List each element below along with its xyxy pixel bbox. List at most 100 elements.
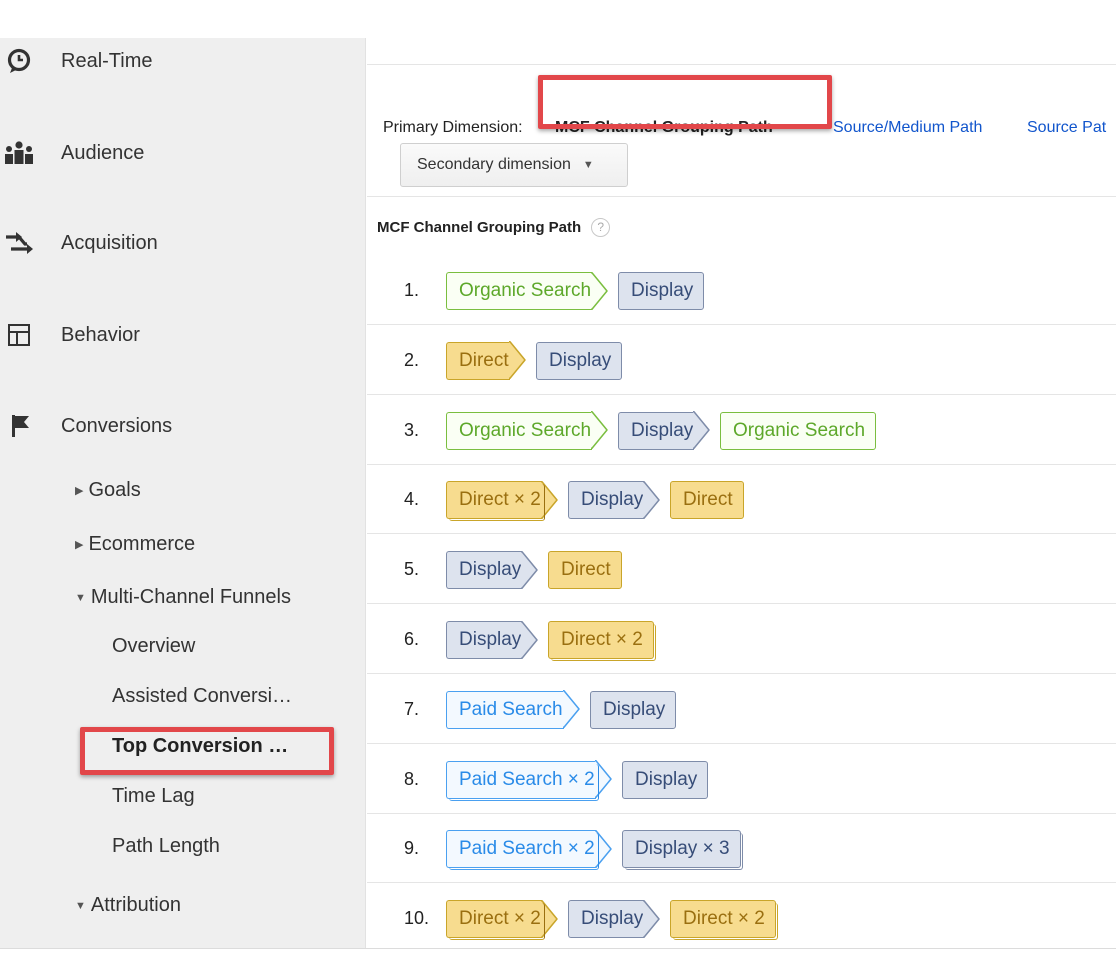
chevron-right-icon xyxy=(521,620,538,659)
channel-chip-label: Paid Search × 2 xyxy=(459,838,595,860)
channel-chip-label: Display xyxy=(603,698,666,720)
channel-chip-label: Display xyxy=(635,768,698,790)
acquisition-arrows-icon xyxy=(4,228,34,258)
sidebar-item-time-lag[interactable]: Time Lag xyxy=(112,785,195,808)
channel-chip: Direct × 2 xyxy=(446,899,558,941)
sidebar-item-attribution[interactable]: ▼ Attribution xyxy=(75,894,181,917)
row-number: 1. xyxy=(404,280,420,300)
chevron-right-icon xyxy=(595,760,612,799)
clock-icon xyxy=(4,46,34,76)
channel-chip: Direct × 2 xyxy=(548,621,656,661)
divider xyxy=(367,64,1116,65)
channel-chip-label: Direct × 2 xyxy=(683,908,765,930)
channel-chip: Direct xyxy=(446,341,526,380)
table-row[interactable]: 9. Paid Search × 2 Display × 3 xyxy=(367,814,1116,884)
chevron-right-icon xyxy=(541,480,558,519)
channel-chip: Display xyxy=(622,760,708,799)
channel-chip: Paid Search × 2 xyxy=(446,829,612,871)
channel-chip-label: Display xyxy=(459,629,522,650)
channel-chip-label: Display xyxy=(459,559,522,581)
sidebar-item-goals[interactable]: ▶ Goals xyxy=(75,479,141,502)
chevron-right-icon xyxy=(595,829,612,868)
chevron-right-icon xyxy=(509,341,526,380)
sidebar-item-label: Behavior xyxy=(61,323,140,346)
triangle-down-icon: ▼ xyxy=(75,899,86,912)
row-number: 5. xyxy=(404,559,420,580)
table-row[interactable]: 6. Display Direct × 2 xyxy=(367,605,1116,674)
row-number: 2. xyxy=(404,349,420,370)
chevron-down-icon: ▼ xyxy=(582,159,594,171)
row-number: 7. xyxy=(404,698,420,719)
highlight-box-mcf-channel-grouping-path xyxy=(538,75,832,129)
sidebar-item-overview[interactable]: Overview xyxy=(112,635,195,658)
sidebar-item-multi-channel-funnels[interactable]: ▼ Multi-Channel Funnels xyxy=(75,586,291,609)
table-row[interactable]: 5. Display Direct xyxy=(367,535,1116,605)
column-header[interactable]: MCF Channel Grouping Path ? xyxy=(377,218,611,237)
primary-dimension-label: Primary Dimension: xyxy=(383,119,523,136)
main-content: Primary Dimension: MCF Channel Grouping … xyxy=(367,38,1116,948)
channel-chip: Display xyxy=(536,341,622,380)
sidebar-item-real-time[interactable]: Real-Time xyxy=(0,41,365,81)
divider xyxy=(367,196,1116,197)
sidebar-item-acquisition[interactable]: Acquisition xyxy=(0,223,365,263)
table-row[interactable]: 7. Paid Search Display xyxy=(367,675,1116,744)
channel-chip: Display xyxy=(446,620,538,659)
channel-chip-label: Direct × 2 xyxy=(459,908,541,930)
sidebar-item-label: Attribution xyxy=(90,894,181,916)
channel-chip: Direct × 2 xyxy=(670,900,778,941)
row-number: 4. xyxy=(404,489,420,510)
chevron-right-icon xyxy=(563,690,580,729)
divider xyxy=(0,948,1116,949)
chevron-right-icon xyxy=(693,411,710,450)
row-number: 9. xyxy=(404,838,420,859)
table-row[interactable]: 1. Organic Search Display xyxy=(367,256,1116,325)
sidebar-item-label: Conversions xyxy=(61,414,173,437)
sidebar-item-audience[interactable]: Audience xyxy=(0,133,365,173)
channel-chip-label: Display xyxy=(549,349,612,371)
chevron-right-icon xyxy=(643,899,660,938)
channel-chip: Paid Search × 2 xyxy=(446,760,612,801)
table-row[interactable]: 10. Direct × 2 Display Direct × 2 xyxy=(367,884,1116,948)
sidebar-item-conversions[interactable]: Conversions xyxy=(0,406,365,446)
table-row[interactable]: 8. Paid Search × 2 Display xyxy=(367,745,1116,814)
sidebar-item-label: Audience xyxy=(61,141,145,164)
table-row[interactable]: 3. Organic Search Display Organic Search xyxy=(367,396,1116,465)
chevron-right-icon xyxy=(591,271,608,310)
channel-chip-label: Direct xyxy=(683,489,733,511)
sidebar: Real-Time Audience Acquisition Behavior … xyxy=(0,38,366,948)
sidebar-item-label: Goals xyxy=(88,479,141,501)
column-header-label: MCF Channel Grouping Path xyxy=(377,219,582,236)
channel-chip: Organic Search xyxy=(720,411,876,450)
sidebar-item-label: Ecommerce xyxy=(88,533,196,555)
sidebar-item-assisted-conversions[interactable]: Assisted Conversi… xyxy=(112,685,292,708)
channel-chip: Organic Search xyxy=(446,411,608,450)
chevron-right-icon xyxy=(521,550,538,589)
dimension-link-source-medium-path[interactable]: Source/Medium Path xyxy=(833,119,982,137)
channel-chip-label: Paid Search xyxy=(459,698,563,720)
channel-chip: Organic Search xyxy=(446,271,608,310)
channel-chip: Display xyxy=(446,550,538,590)
sidebar-item-path-length[interactable]: Path Length xyxy=(112,835,220,858)
secondary-dimension-button[interactable]: Secondary dimension ▼ xyxy=(400,143,628,187)
table-row[interactable]: 4. Direct × 2 Display Direct xyxy=(367,465,1116,535)
channel-chip: Direct × 2 xyxy=(446,480,558,522)
channel-chip-label: Display xyxy=(581,908,644,930)
help-icon[interactable]: ? xyxy=(591,218,611,237)
channel-chip: Direct xyxy=(670,481,744,520)
table-row[interactable]: 2. Direct Display xyxy=(367,326,1116,395)
channel-chip-label: Organic Search xyxy=(459,419,592,441)
triangle-right-icon: ▶ xyxy=(75,539,84,551)
dimension-link-source-path[interactable]: Source Pat xyxy=(1027,119,1106,137)
channel-chip-label: Display xyxy=(631,419,694,441)
people-icon xyxy=(4,138,34,168)
channel-chip-label: Direct xyxy=(561,559,611,581)
channel-chip-label: Organic Search xyxy=(733,419,866,441)
channel-chip: Display xyxy=(568,480,660,520)
channel-chip-label: Direct × 2 xyxy=(561,629,643,650)
sidebar-item-ecommerce[interactable]: ▶ Ecommerce xyxy=(75,533,195,556)
sidebar-item-label: Real-Time xyxy=(61,49,153,72)
sidebar-item-behavior[interactable]: Behavior xyxy=(0,315,365,355)
chevron-right-icon xyxy=(591,411,608,450)
channel-chip: Display xyxy=(618,272,704,310)
channel-chip-label: Direct xyxy=(459,349,509,371)
